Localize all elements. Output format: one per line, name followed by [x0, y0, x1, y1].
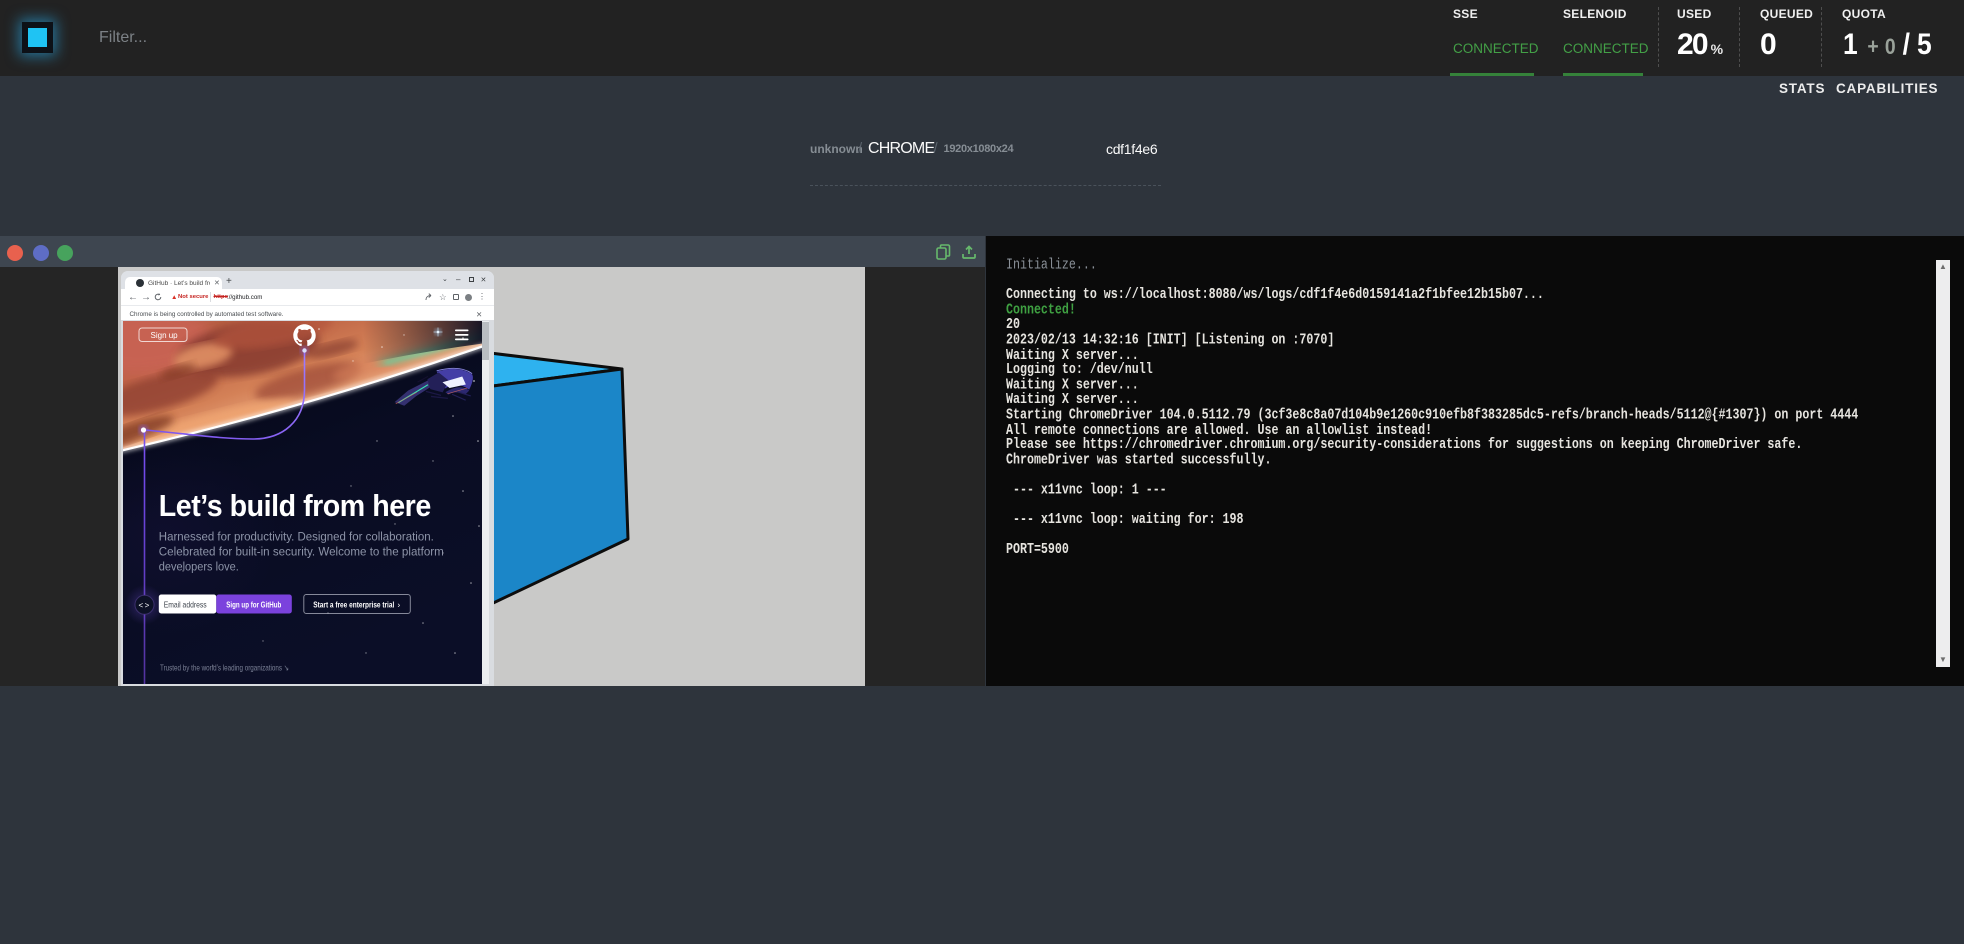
svg-text:<>: <> [139, 601, 151, 610]
svg-text:Let’s build from here: Let’s build from here [159, 488, 431, 523]
svg-text:Sign up for GitHub: Sign up for GitHub [226, 600, 281, 610]
svg-text:›: › [398, 600, 401, 609]
svg-text:Start a free enterprise trial: Start a free enterprise trial [313, 600, 394, 610]
svg-text:Email address: Email address [164, 600, 207, 610]
svg-text:Sign up: Sign up [151, 331, 179, 340]
svg-text:Trusted by the world’s leading: Trusted by the world’s leading organizat… [160, 663, 289, 673]
svg-text:Celebrated for built-in securi: Celebrated for built-in security. Welcom… [159, 545, 444, 559]
svg-text:developers love.: developers love. [159, 560, 239, 574]
svg-text:Harnessed for productivity. De: Harnessed for productivity. Designed for… [159, 530, 434, 544]
